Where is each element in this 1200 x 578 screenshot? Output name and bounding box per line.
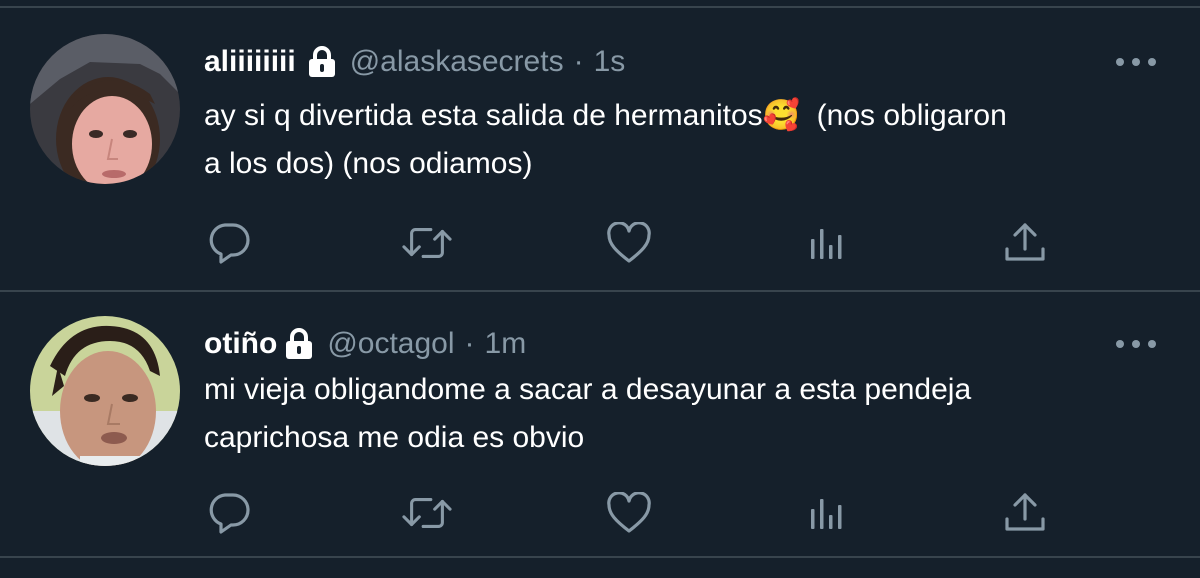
more-icon[interactable] (1116, 334, 1156, 354)
lock-icon (285, 328, 313, 360)
separator: · (573, 45, 584, 78)
tweet-header: aliiiiiiii @alaskasecrets · 1s (204, 42, 625, 82)
more-icon[interactable] (1116, 52, 1156, 72)
tweet-feed: aliiiiiiii @alaskasecrets · 1s ay si q d… (0, 0, 1200, 578)
share-icon[interactable] (1000, 218, 1050, 268)
analytics-icon[interactable] (802, 488, 852, 538)
avatar[interactable] (30, 34, 180, 184)
timestamp[interactable]: 1m (485, 324, 527, 364)
more-dot (1116, 58, 1124, 66)
reply-icon[interactable] (204, 218, 254, 268)
tweet[interactable]: otiño @octagol · 1m mi vieja obligandome… (0, 292, 1200, 558)
tweet-actions (204, 488, 1064, 538)
more-dot (1116, 340, 1124, 348)
avatar[interactable] (30, 316, 180, 466)
more-dot (1132, 58, 1140, 66)
share-icon[interactable] (1000, 488, 1050, 538)
tweet-header: otiño @octagol · 1m (204, 324, 526, 364)
like-icon[interactable] (604, 218, 654, 268)
more-dot (1148, 340, 1156, 348)
avatar-photo (30, 34, 180, 184)
handle[interactable]: @octagol (327, 324, 454, 364)
analytics-icon[interactable] (802, 218, 852, 268)
tweet[interactable]: aliiiiiiii @alaskasecrets · 1s ay si q d… (0, 0, 1200, 290)
display-name[interactable]: aliiiiiiii (204, 42, 296, 82)
retweet-icon[interactable] (402, 218, 452, 268)
tweet-text: ay si q divertida esta salida de hermani… (204, 99, 1007, 180)
reply-icon[interactable] (204, 488, 254, 538)
handle[interactable]: @alaskasecrets (350, 42, 564, 82)
like-icon[interactable] (604, 488, 654, 538)
more-dot (1148, 58, 1156, 66)
retweet-icon[interactable] (402, 488, 452, 538)
tweet-text: mi vieja obligandome a sacar a desayunar… (204, 373, 972, 454)
avatar-photo (30, 316, 180, 466)
separator: · (464, 327, 475, 360)
display-name[interactable]: otiño (204, 324, 277, 364)
tweet-actions (204, 218, 1064, 268)
more-dot (1132, 340, 1140, 348)
timestamp[interactable]: 1s (594, 42, 626, 82)
divider (0, 556, 1200, 558)
lock-icon (308, 46, 336, 78)
